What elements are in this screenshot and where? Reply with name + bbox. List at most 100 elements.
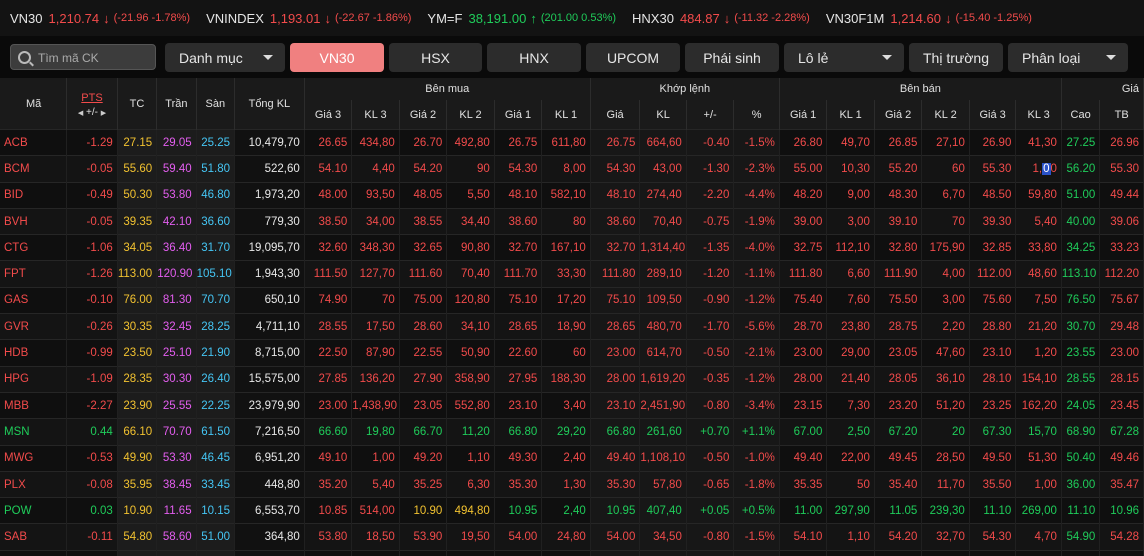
tab-vn30[interactable]: VN30 (290, 43, 384, 72)
col-buy-gia1[interactable]: Giá 1 (494, 100, 543, 130)
cell-tc: 55.60 (117, 155, 158, 183)
col-match-change[interactable]: +/- (686, 100, 735, 130)
cell-sell-vol-2: 28,50 (921, 444, 970, 472)
table-row[interactable]: SAB -0.11 54.80 58.60 51.00 364,80 53.80 18,50 5… (0, 523, 1144, 551)
table-row[interactable]: BCM -0.05 55.60 59.40 51.80 522,60 54.10 4,40 54… (0, 155, 1144, 183)
col-buy-gia2[interactable]: Giá 2 (399, 100, 448, 130)
col-buy-kl3[interactable]: KL 3 (351, 100, 400, 130)
table-row[interactable]: GAS -0.10 76.00 81.30 70.70 650,10 74.90 70 75.0… (0, 286, 1144, 314)
cell-san: 51.80 (196, 155, 236, 183)
col-tran[interactable]: Trần (156, 78, 197, 130)
cell-buy-price-2: 38.55 (399, 207, 448, 235)
col-match-gia-label: Giá (606, 108, 624, 121)
col-tong-kl[interactable]: Tổng KL (234, 78, 305, 130)
cell-total-volume: 15,575,00 (234, 365, 305, 393)
cell-match-vol: 2,451,90 (639, 391, 687, 419)
cell-san: 61.50 (196, 418, 236, 446)
col-sell-kl2[interactable]: KL 2 (921, 100, 970, 130)
cell-sell-vol-1: 6,60 (826, 260, 875, 288)
cell-pts: 0.03 (66, 497, 118, 524)
col-match-gia[interactable]: Giá (590, 100, 641, 130)
cell-average: 112.20 (1099, 260, 1144, 288)
col-buy-kl1[interactable]: KL 1 (541, 100, 591, 130)
cell-sell-price-2: 49.45 (874, 444, 923, 472)
cell-buy-vol-1: 582,10 (541, 181, 591, 209)
table-row[interactable]: ACB -1.29 27.15 29.05 25.25 10,479,70 26.65 434… (0, 128, 1144, 156)
cell-buy-price-1: 26.75 (494, 128, 543, 156)
cell-match-change: -0.75 (686, 207, 735, 235)
cell-sell-vol-3: 162,20 (1015, 391, 1062, 419)
tab-phan-loai[interactable]: Phân loại (1008, 43, 1128, 72)
tab-vn30-label: VN30 (319, 49, 355, 66)
table-row[interactable]: MBB -2.27 23.90 25.55 22.25 23,979,90 23.00 1,4… (0, 391, 1144, 419)
cell-sell-vol-1: 22,00 (826, 444, 875, 472)
tab-phai-sinh[interactable]: Phái sinh (685, 43, 779, 72)
cell-sell-price-1: 75.40 (779, 286, 828, 314)
col-sell-gia1[interactable]: Giá 1 (779, 100, 828, 130)
ticker-item[interactable]: VN30 1,210.74 ↓ (-21.96 -1.78%) (10, 11, 190, 26)
table-row[interactable]: SHB-1.1411.5012.3010.7032,443,0011.001,4… (0, 549, 1144, 556)
table-row[interactable]: POW 0.03 10.90 11.65 10.15 6,553,70 10.85 514,0… (0, 497, 1144, 524)
table-row[interactable]: HPG -1.09 28.35 30.30 26.40 15,575,00 27.85 136… (0, 365, 1144, 393)
cell-buy-price-3: 32.60 (304, 234, 353, 261)
cell-buy-vol-1: 17,20 (541, 286, 591, 314)
cell-sell-price-2: 54.20 (874, 523, 923, 551)
ticker-item[interactable]: VNINDEX 1,193.01 ↓ (-22.67 -1.86%) (206, 11, 411, 26)
ticker-item[interactable]: VN30F1M 1,214.60 ↓ (-15.40 -1.25%) (826, 11, 1032, 26)
cell-high: 54.90 (1061, 523, 1101, 551)
col-san[interactable]: Sàn (196, 78, 236, 130)
cell-sell-price-3: 28.10 (969, 365, 1017, 393)
tab-thi-truong[interactable]: Thị trường (909, 43, 1003, 72)
cell-sell-price-3: 67.30 (969, 418, 1017, 446)
col-pts[interactable]: PTS ◀ +/- ▶ (66, 78, 118, 130)
table-row[interactable]: BID -0.49 50.30 53.80 46.80 1,973,20 48.00 93,5… (0, 181, 1144, 209)
col-cao[interactable]: Cao (1061, 100, 1101, 130)
cell-high: 76.50 (1061, 286, 1101, 314)
col-sell-kl3[interactable]: KL 3 (1015, 100, 1062, 130)
table-row[interactable]: PLX -0.08 35.95 38.45 33.45 448,80 35.20 5,40 35… (0, 470, 1144, 498)
col-buy-kl2[interactable]: KL 2 (446, 100, 495, 130)
col-buy-gia3[interactable]: Giá 3 (304, 100, 353, 130)
col-tb[interactable]: TB (1099, 100, 1144, 130)
cell-sell-price-1: 111.80 (779, 260, 828, 288)
table-row[interactable]: MWG -0.53 49.90 53.30 46.45 6,951,20 49.10 1,00… (0, 444, 1144, 472)
cell-high: 30.70 (1061, 313, 1101, 340)
col-tc[interactable]: TC (117, 78, 158, 130)
col-match-kl[interactable]: KL (639, 100, 687, 130)
tab-upcom[interactable]: UPCOM (586, 43, 680, 72)
col-match-pct[interactable]: % (733, 100, 780, 130)
table-row[interactable]: BVH -0.05 39.35 42.10 36.60 779,30 38.50 34,00 3… (0, 207, 1144, 235)
tab-danh-muc[interactable]: Danh mục (165, 43, 285, 72)
cell-buy-vol-1: 8,00 (541, 155, 591, 183)
cell-match-vol: 289,10 (639, 260, 687, 288)
cell-sell-price-1: 32.75 (779, 234, 828, 261)
tab-lo-le[interactable]: Lô lẻ (784, 43, 904, 72)
stock-search[interactable] (10, 44, 156, 70)
cell-buy-price-3: 74.90 (304, 286, 353, 314)
table-row[interactable]: FPT -1.26 113.00 120.90 105.10 1,943,30 111.50… (0, 260, 1144, 288)
search-input[interactable] (36, 48, 155, 68)
col-ma[interactable]: Mã (0, 78, 68, 130)
tab-phai-sinh-label: Phái sinh (703, 49, 761, 66)
cell-sell-price-3: 32.85 (969, 234, 1017, 261)
cell-san: 46.45 (196, 444, 236, 472)
col-sell-gia3[interactable]: Giá 3 (969, 100, 1017, 130)
cell-buy-vol-3: 19,80 (351, 418, 400, 446)
col-sell-gia2[interactable]: Giá 2 (874, 100, 923, 130)
col-sell-kl1[interactable]: KL 1 (826, 100, 875, 130)
cell-pts: -1.06 (66, 234, 118, 261)
tab-hnx[interactable]: HNX (487, 43, 581, 72)
cell-sell-vol-1: 21,40 (826, 365, 875, 393)
col-tran-label: Trần (165, 97, 188, 110)
table-row[interactable]: HDB -0.99 23.50 25.10 21.90 8,715,00 22.50 87,9… (0, 339, 1144, 367)
cell-san: 36.60 (196, 207, 236, 235)
tab-hsx[interactable]: HSX (389, 43, 482, 72)
table-row[interactable]: CTG -1.06 34.05 36.40 31.70 19,095,70 32.60 348… (0, 234, 1144, 261)
tab-lo-le-label: Lô lẻ (798, 49, 829, 66)
ticker-item[interactable]: YM=F 38,191.00 ↑ (201.00 0.53%) (427, 11, 616, 26)
ticker-item[interactable]: HNX30 484.87 ↓ (-11.32 -2.28%) (632, 11, 810, 26)
table-row[interactable]: GVR -0.26 30.35 32.45 28.25 4,711,10 28.55 17,5… (0, 313, 1144, 340)
table-row[interactable]: MSN 0.44 66.10 70.70 61.50 7,216,50 66.60 19,80… (0, 418, 1144, 446)
arrow-up-icon: ↑ (530, 10, 537, 26)
cell-match-pct: -1.2% (733, 365, 780, 393)
